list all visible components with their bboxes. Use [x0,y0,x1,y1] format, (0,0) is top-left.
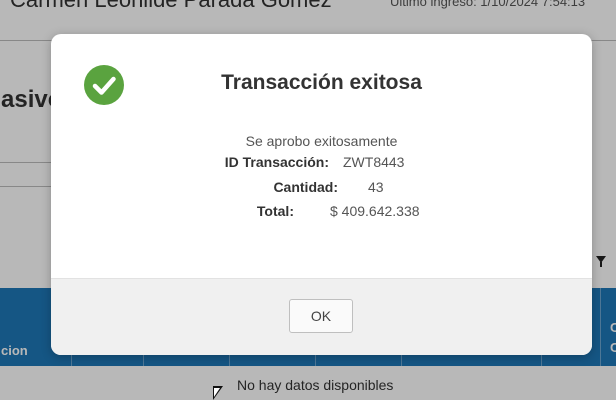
ok-button[interactable]: OK [289,299,353,333]
transaction-id-value: ZWT8443 [343,154,405,170]
total-value: $ 409.642.338 [330,203,420,219]
mouse-cursor-icon [213,386,223,400]
success-message: Se aprobo exitosamente [245,133,398,149]
success-dialog: Transacción exitosa Se aprobo exitosamen… [51,34,592,355]
dialog-title: Transacción exitosa [221,71,422,94]
total-label: Total: [256,203,294,219]
quantity-value: 43 [368,179,384,195]
quantity-label: Cantidad: [273,179,338,195]
transaction-id-label: ID Transacción: [224,154,329,170]
